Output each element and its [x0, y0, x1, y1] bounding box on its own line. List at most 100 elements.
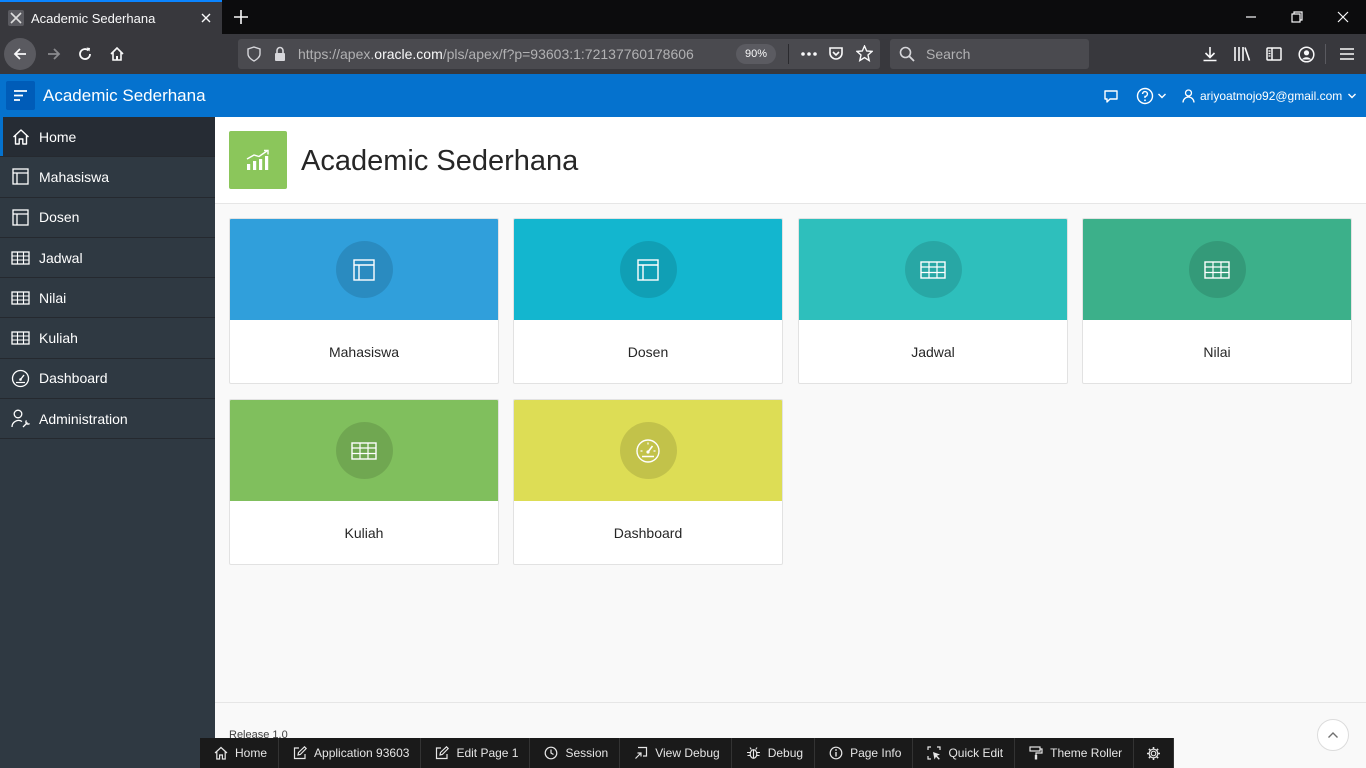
close-window-icon[interactable]: [1332, 6, 1354, 28]
layout-icon: [619, 241, 677, 298]
sidebar-item-administration[interactable]: Administration: [0, 399, 215, 440]
user-menu-button[interactable]: ariyoatmojo92@gmail.com: [1182, 74, 1357, 117]
dev-item-label: Session: [565, 746, 609, 760]
zoom-indicator[interactable]: 90%: [736, 44, 776, 64]
side-navigation: Home Mahasiswa Dosen Jadwal Nilai Kuliah: [0, 117, 215, 768]
home-icon: [110, 46, 124, 61]
table-icon: [0, 331, 39, 345]
bug-icon: [746, 747, 760, 759]
chevron-up-icon: [1328, 732, 1338, 738]
feedback-icon[interactable]: [1103, 85, 1119, 107]
paint-roller-icon: [1029, 746, 1043, 760]
page-hero: Academic Sederhana: [215, 117, 1366, 204]
back-arrow-icon: [13, 48, 26, 60]
sidebar-item-dashboard[interactable]: Dashboard: [0, 359, 215, 400]
close-tab-icon[interactable]: [198, 10, 214, 26]
dev-page-info-button[interactable]: Page Info: [815, 738, 914, 768]
sidebar-item-kuliah[interactable]: Kuliah: [0, 318, 215, 359]
sidebar-item-mahasiswa[interactable]: Mahasiswa: [0, 157, 215, 198]
card-dashboard[interactable]: Dashboard: [513, 399, 783, 565]
gauge-icon: [0, 369, 39, 388]
dev-session-button[interactable]: Session: [530, 738, 621, 768]
user-icon: [1182, 88, 1195, 103]
tab-title: Academic Sederhana: [31, 10, 156, 26]
sidebar-item-label: Nilai: [39, 289, 67, 306]
card-header: [514, 400, 782, 501]
menu-toggle-button[interactable]: [6, 81, 35, 110]
back-button[interactable]: [4, 38, 36, 70]
card-label: Mahasiswa: [328, 344, 400, 360]
dev-home-button[interactable]: Home: [200, 738, 280, 768]
dev-quick-edit-button[interactable]: Quick Edit: [913, 738, 1016, 768]
card-header: [230, 219, 498, 320]
sidebar-toggle-icon[interactable]: [1263, 43, 1285, 65]
account-icon[interactable]: [1295, 43, 1317, 65]
sidebar-item-dosen[interactable]: Dosen: [0, 198, 215, 238]
card-dosen[interactable]: Dosen: [513, 218, 783, 384]
url-divider: [788, 44, 789, 64]
favicon-icon: [8, 10, 24, 26]
dev-item-label: Home: [235, 746, 268, 760]
forward-button[interactable]: [38, 38, 70, 70]
pocket-icon[interactable]: [828, 46, 844, 62]
browser-tab[interactable]: Academic Sederhana: [0, 0, 222, 34]
dev-application-button[interactable]: Application 93603: [279, 738, 422, 768]
table-icon: [0, 291, 39, 305]
user-email: ariyoatmojo92@gmail.com: [1200, 88, 1343, 103]
dev-debug-button[interactable]: Debug: [732, 738, 816, 768]
new-tab-icon[interactable]: [230, 6, 252, 28]
view-debug-icon: [635, 746, 648, 759]
card-header: [230, 400, 498, 501]
page-actions-icon[interactable]: [800, 46, 818, 62]
url-prefix: https://apex.: [298, 46, 375, 62]
dev-item-label: Debug: [767, 746, 804, 760]
card-kuliah[interactable]: Kuliah: [229, 399, 499, 565]
gauge-icon: [619, 422, 677, 479]
sidebar-item-label: Mahasiswa: [39, 168, 110, 185]
sidebar-item-home[interactable]: Home: [0, 117, 215, 158]
shield-icon[interactable]: [246, 46, 262, 62]
dev-view-debug-button[interactable]: View Debug: [620, 738, 732, 768]
dev-item-label: View Debug: [655, 746, 720, 760]
chart-icon: [229, 131, 287, 189]
home-icon: [0, 128, 39, 146]
hamburger-menu-icon[interactable]: [1336, 43, 1358, 65]
card-nilai[interactable]: Nilai: [1082, 218, 1352, 384]
help-icon: [1136, 87, 1154, 105]
scroll-to-top-button[interactable]: [1317, 719, 1349, 751]
card-header: [514, 219, 782, 320]
restore-icon[interactable]: [1286, 6, 1308, 28]
app-header: Academic Sederhana ariyoatmojo92@gmail.c…: [0, 74, 1366, 117]
lock-icon[interactable]: [273, 46, 287, 62]
card-label: Dashboard: [613, 525, 683, 541]
table-icon: [904, 241, 962, 298]
dev-edit-page-button[interactable]: Edit Page 1: [421, 738, 531, 768]
edit-icon: [293, 746, 308, 760]
card-mahasiswa[interactable]: Mahasiswa: [229, 218, 499, 384]
table-icon: [0, 250, 39, 265]
card-jadwal[interactable]: Jadwal: [798, 218, 1068, 384]
library-icon[interactable]: [1231, 43, 1253, 65]
sidebar-item-label: Administration: [39, 410, 128, 427]
sidebar-item-jadwal[interactable]: Jadwal: [0, 238, 215, 279]
app-title[interactable]: Academic Sederhana: [43, 74, 206, 117]
bookmark-star-icon[interactable]: [856, 45, 873, 62]
dev-settings-button[interactable]: [1134, 738, 1175, 768]
url-bar[interactable]: https://apex.oracle.com/pls/apex/f?p=936…: [238, 39, 880, 69]
dev-item-label: Theme Roller: [1050, 746, 1123, 760]
reload-button[interactable]: [69, 38, 101, 70]
sidebar-item-label: Kuliah: [39, 330, 78, 347]
download-icon[interactable]: [1199, 43, 1221, 65]
browser-search-bar[interactable]: Search: [890, 39, 1089, 69]
minimize-icon[interactable]: [1240, 6, 1262, 28]
sidebar-item-nilai[interactable]: Nilai: [0, 278, 215, 319]
url-text[interactable]: https://apex.oracle.com/pls/apex/f?p=936…: [298, 39, 718, 69]
layout-icon: [335, 241, 393, 298]
reload-icon: [79, 47, 91, 60]
info-icon: [829, 746, 843, 760]
table-icon: [1188, 241, 1246, 298]
help-menu-button[interactable]: [1136, 85, 1167, 107]
dev-theme-roller-button[interactable]: Theme Roller: [1015, 738, 1135, 768]
chevron-down-icon: [1158, 93, 1166, 99]
home-button[interactable]: [101, 38, 133, 70]
